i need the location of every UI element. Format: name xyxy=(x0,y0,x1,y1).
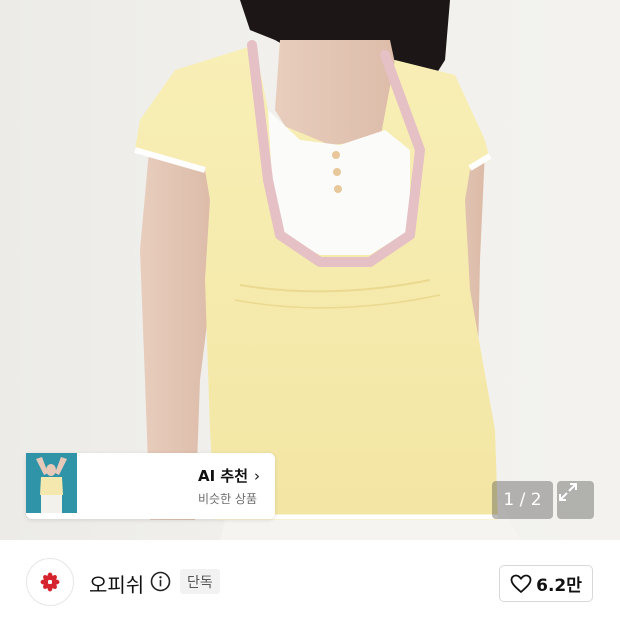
expand-button[interactable] xyxy=(557,481,594,519)
recommend-thumbnail[interactable] xyxy=(26,453,188,516)
heart-icon xyxy=(510,574,532,593)
product-image[interactable]: AI 추천 › 비슷한 상품 1 / 2 xyxy=(0,0,620,540)
info-icon xyxy=(150,571,171,592)
like-button[interactable]: 6.2만 xyxy=(499,565,593,602)
brand-name[interactable]: 오피쉬 xyxy=(89,569,144,598)
info-button[interactable] xyxy=(150,571,171,596)
flower-logo-icon xyxy=(40,572,60,592)
like-count: 6.2만 xyxy=(536,576,582,596)
image-pager: 1 / 2 xyxy=(492,481,553,519)
exclusive-badge: 단독 xyxy=(180,569,220,594)
ai-recommend-title: AI 추천 xyxy=(198,467,249,485)
brand-bar: 오피쉬 단독 6.2만 xyxy=(0,540,620,620)
expand-icon xyxy=(559,483,577,501)
recommend-thumbnail[interactable] xyxy=(26,453,134,516)
chevron-right-icon: › xyxy=(254,466,261,485)
ai-recommend-subtitle: 비슷한 상품 xyxy=(198,492,258,506)
ai-recommend-card[interactable]: AI 추천 › 비슷한 상품 xyxy=(26,453,275,519)
brand-logo[interactable] xyxy=(26,558,74,606)
